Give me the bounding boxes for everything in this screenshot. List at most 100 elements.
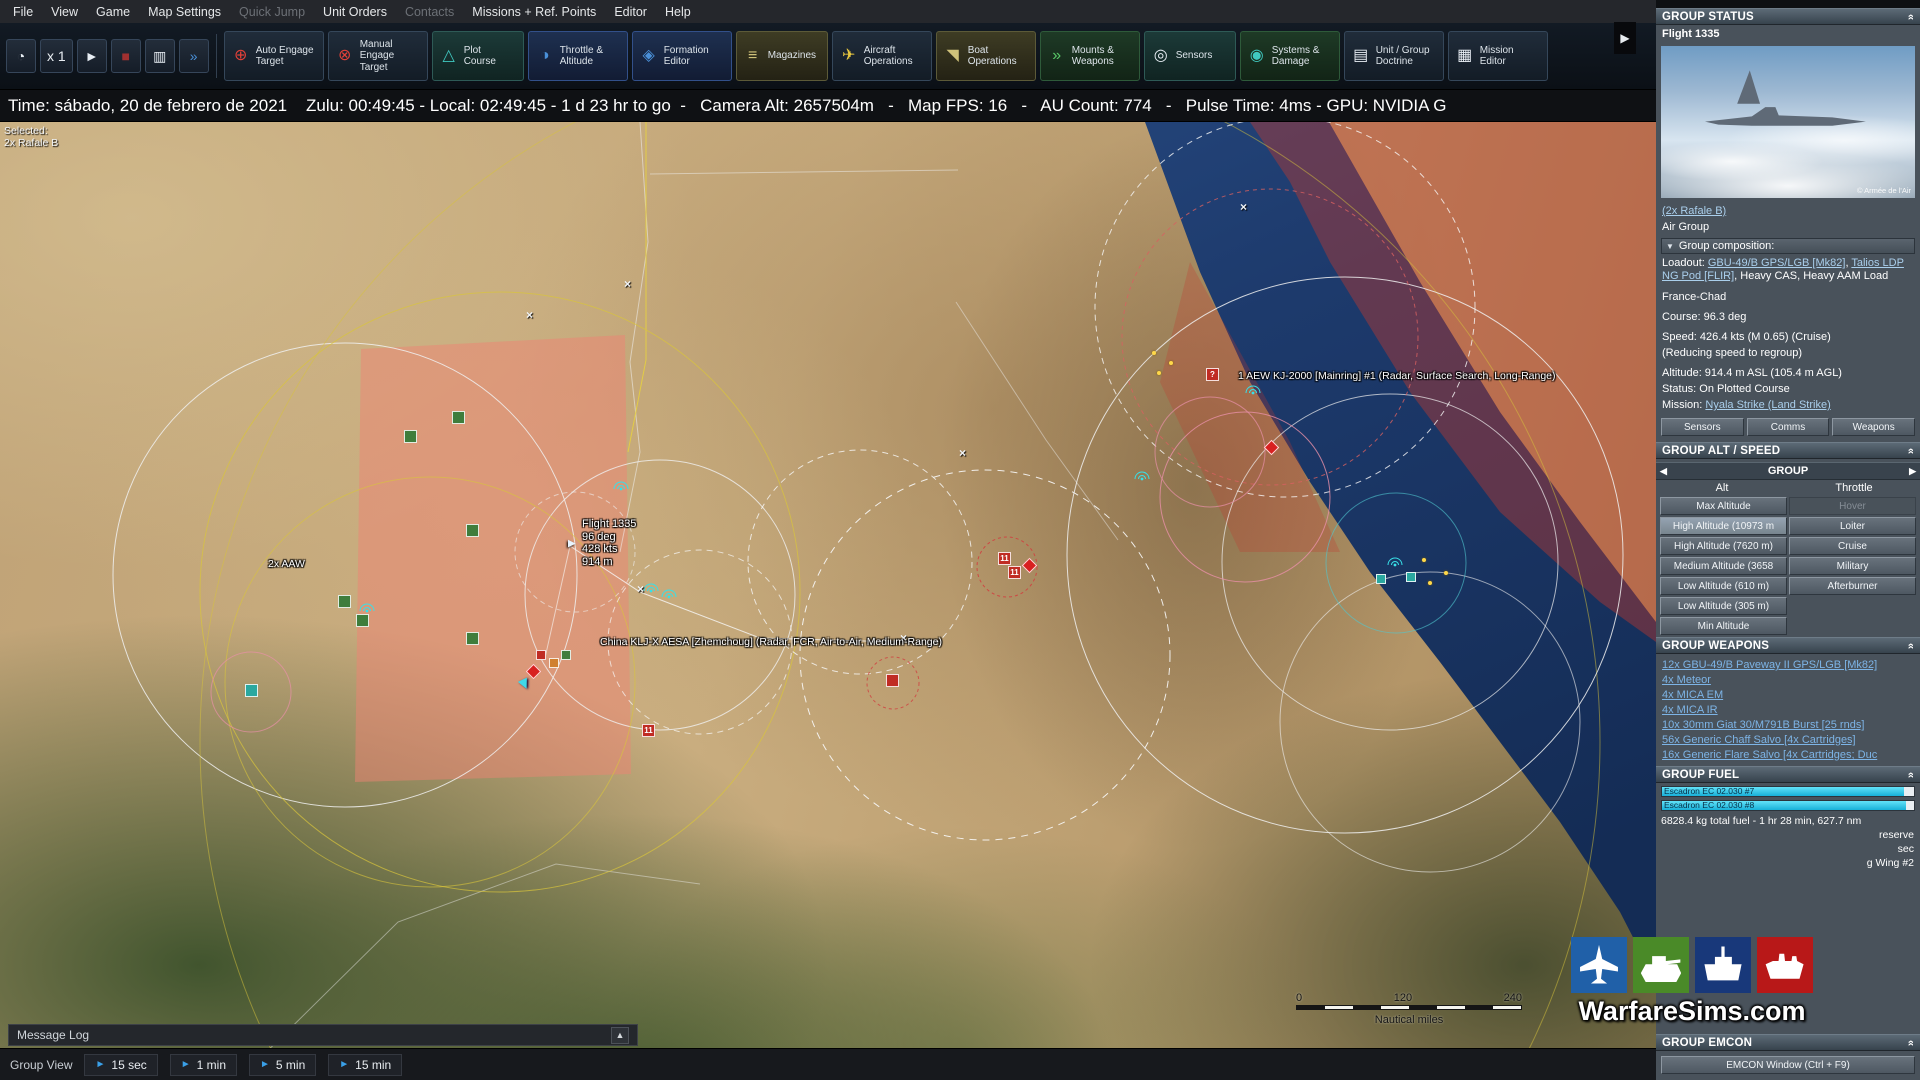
time-compression-value[interactable]: x 1 <box>40 39 73 73</box>
group-emcon-header[interactable]: GROUP EMCON » <box>1656 1034 1920 1051</box>
throttle-loiter-button[interactable]: Loiter <box>1789 517 1916 535</box>
alt-medium-3658-button[interactable]: Medium Altitude (3658 <box>1660 557 1787 575</box>
group-composition-dropdown[interactable]: ▼ Group composition: <box>1661 238 1915 254</box>
comms-panel-button[interactable]: Comms <box>1747 418 1830 436</box>
weapon-link[interactable]: 10x 30mm Giat 30/M791B Burst [25 rnds] <box>1662 719 1914 732</box>
radar-dome-icon[interactable] <box>1244 382 1262 395</box>
time-step-15sec-button[interactable]: ►15 sec <box>84 1054 157 1076</box>
map-unit-friendly-ground[interactable] <box>404 430 417 443</box>
contact-dot[interactable] <box>1169 361 1173 365</box>
manual-engage-target-button[interactable]: ⊗ Manual Engage Target <box>328 31 428 81</box>
contact-dot[interactable] <box>1428 581 1432 585</box>
plot-course-button[interactable]: △ Plot Course <box>432 31 524 81</box>
throttle-military-button[interactable]: Military <box>1789 557 1916 575</box>
collapse-icon[interactable]: » <box>1905 1039 1917 1045</box>
alt-low-610-button[interactable]: Low Altitude (610 m) <box>1660 577 1787 595</box>
group-fuel-header[interactable]: GROUP FUEL » <box>1656 766 1920 783</box>
loadout-weapon-link[interactable]: GBU-49/B GPS/LGB [Mk82] <box>1708 257 1846 269</box>
contact-dot[interactable] <box>1157 371 1161 375</box>
mission-editor-button[interactable]: ▦ Mission Editor <box>1448 31 1548 81</box>
message-log-expand-button[interactable]: ▲ <box>611 1027 629 1044</box>
group-prev-arrow[interactable]: ◀ <box>1660 466 1667 477</box>
collapse-icon[interactable]: » <box>1905 13 1917 19</box>
menu-view[interactable]: View <box>42 2 87 22</box>
map-unit-friendly-ground[interactable] <box>466 632 479 645</box>
panel-collapse-tab[interactable]: ▶ <box>1614 22 1636 54</box>
weapon-link[interactable]: 16x Generic Flare Salvo [4x Cartridges; … <box>1662 749 1914 762</box>
collapse-icon[interactable]: » <box>1905 642 1917 648</box>
collapse-icon[interactable]: » <box>1905 771 1917 777</box>
menu-map-settings[interactable]: Map Settings <box>139 2 230 22</box>
map-unit-friendly-ground[interactable] <box>338 595 351 608</box>
systems-damage-button[interactable]: ◉ Systems & Damage <box>1240 31 1340 81</box>
map-viewport[interactable]: ▼ 11 11 11 ? × × × × × × <box>0 122 1656 1080</box>
weapons-panel-button[interactable]: Weapons <box>1832 418 1915 436</box>
waypoint-x-icon[interactable]: × <box>959 446 966 460</box>
alt-high-10973-button[interactable]: High Altitude (10973 m <box>1660 517 1787 535</box>
time-step-15min-button[interactable]: ►15 min <box>328 1054 402 1076</box>
group-view-label[interactable]: Group View <box>10 1058 72 1072</box>
auto-engage-target-button[interactable]: ⊕ Auto Engage Target <box>224 31 324 81</box>
group-alt-speed-header[interactable]: GROUP ALT / SPEED » <box>1656 442 1920 459</box>
waypoint-x-icon[interactable]: × <box>637 582 644 596</box>
mission-link[interactable]: Nyala Strike (Land Strike) <box>1705 399 1830 411</box>
alt-min-button[interactable]: Min Altitude <box>1660 617 1787 635</box>
contact-dot[interactable] <box>1152 351 1156 355</box>
sensors-button[interactable]: ◎ Sensors <box>1144 31 1236 81</box>
alt-high-7620-button[interactable]: High Altitude (7620 m) <box>1660 537 1787 555</box>
map-unit-cluster[interactable] <box>536 650 546 660</box>
map-unit-naval[interactable] <box>1376 574 1386 584</box>
map-unit-friendly-ground[interactable] <box>356 614 369 627</box>
aircraft-operations-button[interactable]: ✈ Aircraft Operations <box>832 31 932 81</box>
map-unit-friendly-ground[interactable] <box>466 524 479 537</box>
time-compression-clock-button[interactable]: ◔ <box>6 39 36 73</box>
weapon-link[interactable]: 56x Generic Chaff Salvo [4x Cartridges] <box>1662 734 1914 747</box>
boat-operations-button[interactable]: ◥ Boat Operations <box>936 31 1036 81</box>
menu-help[interactable]: Help <box>656 2 700 22</box>
radar-dome-icon[interactable] <box>612 478 630 491</box>
contact-dot[interactable] <box>1444 571 1448 575</box>
menu-game[interactable]: Game <box>87 2 139 22</box>
map-unit-hostile[interactable]: 11 <box>1008 566 1021 579</box>
flight-1335-icon[interactable]: ▲ <box>565 537 580 550</box>
mounts-weapons-button[interactable]: » Mounts & Weapons <box>1040 31 1140 81</box>
radar-dome-icon[interactable] <box>1386 554 1404 567</box>
emcon-window-button[interactable]: EMCON Window (Ctrl + F9) <box>1661 1056 1915 1074</box>
contact-dot[interactable] <box>1422 558 1426 562</box>
flight-1335-label[interactable]: Flight 1335 96 deg 428 kts 914 m <box>582 518 636 568</box>
map-unit-naval[interactable] <box>1406 572 1416 582</box>
time-step-5min-button[interactable]: ►5 min <box>249 1054 316 1076</box>
alt-low-305-button[interactable]: Low Altitude (305 m) <box>1660 597 1787 615</box>
radar-dome-icon[interactable] <box>1133 468 1151 481</box>
waypoint-x-icon[interactable]: × <box>1240 200 1247 214</box>
unit-composition-link[interactable]: (2x Rafale B) <box>1662 205 1726 217</box>
radar-dome-icon[interactable] <box>660 586 678 599</box>
throttle-cruise-button[interactable]: Cruise <box>1789 537 1916 555</box>
alt-max-button[interactable]: Max Altitude <box>1660 497 1787 515</box>
magazines-button[interactable]: ≡ Magazines <box>736 31 828 81</box>
radar-dome-icon[interactable] <box>358 600 376 613</box>
message-log-bar[interactable]: Message Log ▲ <box>8 1024 638 1046</box>
aaw-flight-label[interactable]: 2x AAW <box>268 558 305 571</box>
map-unit-hostile[interactable]: 11 <box>642 724 655 737</box>
map-unit-cluster[interactable] <box>561 650 571 660</box>
time-step-1min-button[interactable]: ►1 min <box>170 1054 237 1076</box>
map-contact-unknown[interactable]: ? <box>1206 368 1219 381</box>
menu-missions-ref-points[interactable]: Missions + Ref. Points <box>463 2 605 22</box>
waypoint-x-icon[interactable]: × <box>526 308 533 322</box>
weapon-link[interactable]: 4x Meteor <box>1662 674 1914 687</box>
collapse-icon[interactable]: » <box>1905 447 1917 453</box>
radar-dome-icon[interactable] <box>642 580 660 593</box>
map-unit-hostile[interactable] <box>886 674 899 687</box>
menu-file[interactable]: File <box>4 2 42 22</box>
unit-group-doctrine-button[interactable]: ▤ Unit / Group Doctrine <box>1344 31 1444 81</box>
map-unit-friendly-ground[interactable] <box>452 411 465 424</box>
throttle-afterburner-button[interactable]: Afterburner <box>1789 577 1916 595</box>
waypoint-x-icon[interactable]: × <box>624 277 631 291</box>
weapon-link[interactable]: 4x MICA IR <box>1662 704 1914 717</box>
group-status-header[interactable]: GROUP STATUS » <box>1656 8 1920 25</box>
map-unit-friendly-vehicle[interactable] <box>245 684 258 697</box>
run-pause-button[interactable]: ► <box>77 39 107 73</box>
weapon-link[interactable]: 4x MICA EM <box>1662 689 1914 702</box>
map-unit-hostile[interactable]: 11 <box>998 552 1011 565</box>
